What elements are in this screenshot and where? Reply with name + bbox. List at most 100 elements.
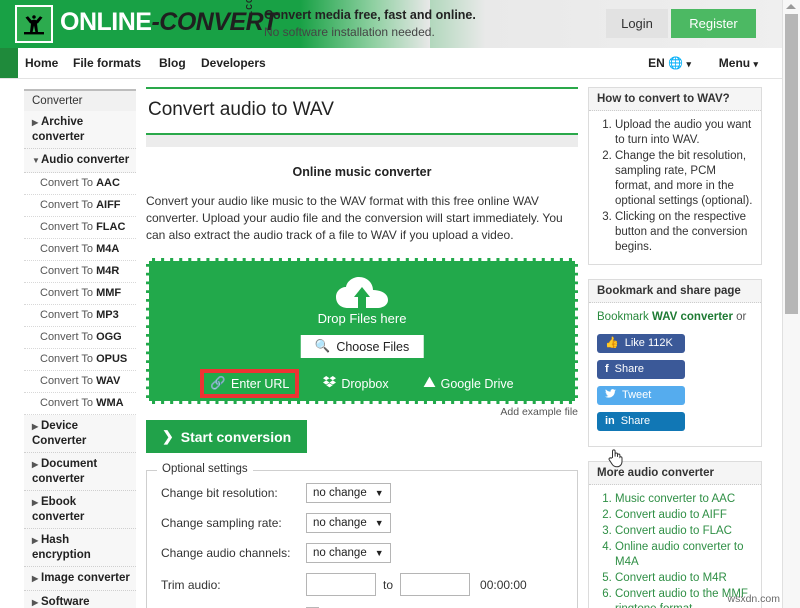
bookmark-share-title: Bookmark and share page bbox=[589, 280, 761, 303]
how-to-step: Change the bit resolution, sampling rate… bbox=[615, 149, 753, 209]
sidebar-item-prefix: Convert To bbox=[40, 199, 97, 211]
file-dropzone[interactable]: Drop Files here 🔍 Choose Files 🔗 Enter U… bbox=[146, 258, 578, 404]
setting-row-bit-resolution: Change bit resolution: no change ▼ bbox=[161, 483, 563, 503]
sidebar-item-prefix: Convert To bbox=[40, 309, 97, 321]
facebook-like-label: Like 112K bbox=[624, 337, 673, 349]
search-icon: 🔍 bbox=[314, 339, 331, 353]
more-link[interactable]: Convert audio to M4R bbox=[615, 572, 727, 584]
more-audio-converter-body: Music converter to AAC Convert audio to … bbox=[589, 485, 761, 608]
sidebar-group-archive-converter[interactable]: ▶ Archive converter bbox=[24, 111, 136, 149]
link-icon: 🔗 bbox=[210, 376, 226, 390]
more-link[interactable]: Convert audio to AIFF bbox=[615, 509, 727, 521]
list-item[interactable]: Convert audio to AIFF bbox=[615, 508, 753, 523]
sidebar-item-convert-to-aiff[interactable]: Convert To AIFF bbox=[24, 195, 136, 217]
nav-item-home[interactable]: Home bbox=[25, 48, 58, 78]
bookmark-suffix: or bbox=[732, 311, 747, 323]
logo-icon[interactable] bbox=[15, 5, 53, 43]
choose-files-button[interactable]: 🔍 Choose Files bbox=[300, 335, 424, 358]
sidebar-group-image-converter[interactable]: ▶ Image converter bbox=[24, 567, 136, 591]
sidebar-item-prefix: Convert To bbox=[40, 353, 97, 365]
sidebar-group-software-converter[interactable]: ▶Software Converter bbox=[24, 591, 136, 608]
sidebar-item-convert-to-mmf[interactable]: Convert To MMF bbox=[24, 283, 136, 305]
chevron-right-icon: ▶ bbox=[32, 498, 39, 507]
nav-item-developers[interactable]: Developers bbox=[201, 48, 266, 78]
dropbox-button[interactable]: Dropbox bbox=[317, 373, 394, 394]
sidebar-item-format: M4R bbox=[96, 265, 120, 277]
start-conversion-button[interactable]: ❯ Start conversion bbox=[146, 420, 308, 453]
more-link[interactable]: Online audio converter to M4A bbox=[615, 541, 744, 568]
sidebar-group-label: Audio converter bbox=[41, 154, 130, 166]
page-root: ONLINE-CONVERT .COM Convert media free, … bbox=[0, 0, 800, 608]
twitter-tweet-button[interactable]: Tweet bbox=[597, 386, 685, 405]
register-button[interactable]: Register bbox=[671, 9, 756, 38]
sidebar-group-document-converter[interactable]: ▶ Document converter bbox=[24, 453, 136, 491]
sidebar-item-format: AIFF bbox=[96, 199, 121, 211]
facebook-share-button[interactable]: f Share bbox=[597, 360, 685, 379]
list-item[interactable]: Convert audio to FLAC bbox=[615, 524, 753, 539]
scrollbar-thumb[interactable] bbox=[785, 14, 798, 314]
dropbox-icon bbox=[323, 376, 337, 391]
sidebar-item-prefix: Convert To bbox=[40, 221, 97, 233]
scroll-up-arrow-icon[interactable] bbox=[786, 4, 796, 9]
nav-item-blog[interactable]: Blog bbox=[159, 48, 186, 78]
logo-convert: CONVERT bbox=[159, 8, 278, 36]
sidebar-item-convert-to-aac[interactable]: Convert To AAC bbox=[24, 173, 136, 195]
more-link[interactable]: Music converter to AAC bbox=[615, 493, 735, 505]
google-drive-label: Google Drive bbox=[440, 376, 514, 391]
sidebar-item-convert-to-wav[interactable]: Convert To WAV bbox=[24, 371, 136, 393]
sidebar-item-convert-to-ogg[interactable]: Convert To OGG bbox=[24, 327, 136, 349]
sidebar-group-audio-converter[interactable]: ▼Audio converter bbox=[24, 149, 136, 173]
chevron-down-icon: ▼ bbox=[374, 488, 384, 498]
sidebar-item-convert-to-mp3[interactable]: Convert To MP3 bbox=[24, 305, 136, 327]
runner-figure-icon bbox=[24, 15, 44, 35]
sidebar-group-label: Software Converter bbox=[41, 596, 90, 608]
sidebar-group-hash-encryption[interactable]: ▶ Hash encryption bbox=[24, 529, 136, 567]
twitter-tweet-label: Tweet bbox=[622, 389, 652, 401]
right-sidebar: How to convert to WAV? Upload the audio … bbox=[588, 87, 762, 608]
sidebar-item-format: M4A bbox=[96, 243, 120, 255]
sidebar-group-ebook-converter[interactable]: ▶ Ebook converter bbox=[24, 491, 136, 529]
add-example-file-link[interactable]: Add example file bbox=[500, 406, 578, 418]
sidebar-item-convert-to-wma[interactable]: Convert To WMA bbox=[24, 393, 136, 415]
linkedin-share-button[interactable]: in Share bbox=[597, 412, 685, 431]
nav-left-edge bbox=[0, 48, 18, 78]
sampling-rate-select[interactable]: no change ▼ bbox=[306, 513, 391, 533]
sidebar-item-convert-to-m4r[interactable]: Convert To M4R bbox=[24, 261, 136, 283]
chevron-down-icon: ▼ bbox=[374, 548, 384, 558]
trim-from-input[interactable] bbox=[306, 573, 376, 596]
sidebar-item-convert-to-opus[interactable]: Convert To OPUS bbox=[24, 349, 136, 371]
how-to-title: How to convert to WAV? bbox=[589, 88, 761, 111]
more-link[interactable]: Convert audio to FLAC bbox=[615, 525, 732, 537]
setting-row-audio-channels: Change audio channels: no change ▼ bbox=[161, 543, 563, 563]
page-description: Convert your audio like music to the WAV… bbox=[146, 194, 563, 242]
sidebar-item-prefix: Convert To bbox=[40, 331, 97, 343]
how-to-step: Upload the audio you want to turn into W… bbox=[615, 118, 753, 148]
facebook-like-button[interactable]: 👍 Like 112K bbox=[597, 334, 685, 353]
list-item[interactable]: Online audio converter to M4A bbox=[615, 540, 753, 570]
sidebar-item-prefix: Convert To bbox=[40, 177, 97, 189]
audio-channels-select[interactable]: no change ▼ bbox=[306, 543, 391, 563]
site-header: ONLINE-CONVERT .COM Convert media free, … bbox=[0, 0, 783, 48]
list-item[interactable]: Music converter to AAC bbox=[615, 492, 753, 507]
bit-resolution-select[interactable]: no change ▼ bbox=[306, 483, 391, 503]
menu-label: Menu bbox=[718, 56, 751, 70]
google-drive-button[interactable]: Google Drive bbox=[417, 373, 520, 394]
sidebar-item-convert-to-m4a[interactable]: Convert To M4A bbox=[24, 239, 136, 261]
vertical-scrollbar[interactable] bbox=[782, 0, 800, 608]
sampling-rate-label: Change sampling rate: bbox=[161, 516, 282, 530]
bookmark-link[interactable]: WAV converter bbox=[652, 311, 733, 323]
page-subtitle: Online music converter bbox=[292, 165, 432, 179]
nav-item-file-formats[interactable]: File formats bbox=[73, 48, 141, 78]
language-selector[interactable]: EN 🌐 ▾ bbox=[648, 48, 691, 78]
list-item[interactable]: Convert audio to M4R bbox=[615, 571, 753, 586]
trim-to-input[interactable] bbox=[400, 573, 471, 596]
sidebar-group-device-converter[interactable]: ▶ Device Converter bbox=[24, 415, 136, 453]
sidebar-group-label: Image converter bbox=[41, 572, 130, 584]
twitter-icon bbox=[605, 388, 616, 403]
menu-button[interactable]: Menu ▾ bbox=[719, 48, 758, 78]
enter-url-button[interactable]: 🔗 Enter URL bbox=[200, 369, 300, 398]
more-audio-converter-box: More audio converter Music converter to … bbox=[588, 461, 762, 608]
sampling-rate-value: no change bbox=[313, 517, 367, 529]
sidebar-item-convert-to-flac[interactable]: Convert To FLAC bbox=[24, 217, 136, 239]
login-button[interactable]: Login bbox=[606, 9, 668, 38]
